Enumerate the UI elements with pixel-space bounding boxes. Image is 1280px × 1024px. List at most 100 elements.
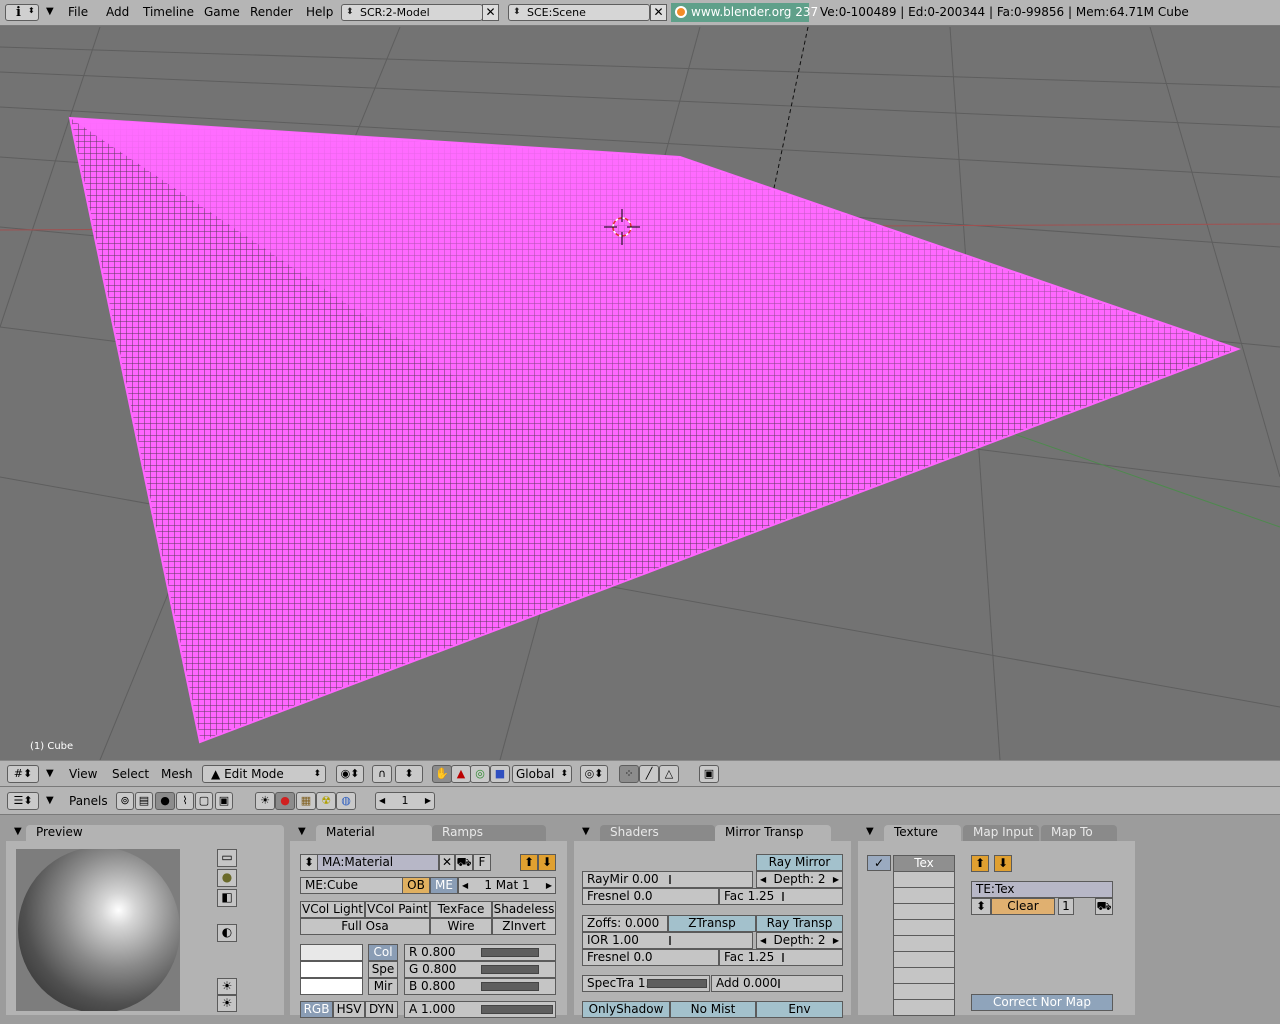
collapse-menu-icon[interactable]: ▼ xyxy=(46,768,54,779)
car-icon[interactable]: ⛟ xyxy=(455,854,473,871)
depth2-field[interactable]: ◀ Depth: 2 ▶ xyxy=(756,932,843,949)
vcol-paint-toggle[interactable]: VCol Paint xyxy=(365,901,430,918)
object-context-icon[interactable]: ⌇ xyxy=(176,792,194,810)
tab-map-to[interactable]: Map To xyxy=(1041,825,1117,841)
delete-scene-button[interactable]: ✕ xyxy=(650,4,667,21)
panel-collapse-icon[interactable]: ▼ xyxy=(14,826,22,837)
paste-texture-icon[interactable]: ⬇ xyxy=(994,855,1012,872)
3d-viewport[interactable]: (1) Cube xyxy=(0,27,1280,760)
fac2-slider[interactable]: Fac 1.25 xyxy=(719,949,843,966)
add-slider[interactable]: Add 0.000 xyxy=(711,975,843,992)
render-preview-icon[interactable]: ▣ xyxy=(699,765,719,783)
preview-sphere-button[interactable]: ● xyxy=(217,869,237,887)
pivot-selector[interactable]: ⬍ xyxy=(395,765,423,783)
unlink-material-button[interactable]: ✕ xyxy=(439,854,455,871)
logic-context-icon[interactable]: ⊚ xyxy=(116,792,134,810)
buttons-window-type-icon[interactable]: ☰⬍ xyxy=(7,792,39,810)
hsv-mode-button[interactable]: HSV xyxy=(333,1001,365,1018)
depth1-field[interactable]: ◀ Depth: 2 ▶ xyxy=(756,871,843,888)
texture-slot-8[interactable] xyxy=(893,967,955,984)
material-name-field[interactable]: MA:Material xyxy=(317,854,439,871)
rgb-mode-button[interactable]: RGB xyxy=(300,1001,333,1018)
copy-texture-icon[interactable]: ⬆ xyxy=(971,855,989,872)
info-window-type-icon[interactable]: i ⬍ xyxy=(5,4,39,21)
car-icon[interactable]: ⛟ xyxy=(1095,898,1113,915)
tab-texture[interactable]: Texture xyxy=(884,825,961,841)
fresnel2-slider[interactable]: Fresnel 0.0 xyxy=(582,949,719,966)
material-index-field[interactable]: ◀ 1 Mat 1 ▶ xyxy=(458,877,556,894)
shading-selector[interactable]: ◎⬍ xyxy=(580,765,608,783)
env-toggle[interactable]: Env xyxy=(756,1001,843,1018)
clear-texture-button[interactable]: Clear xyxy=(991,898,1055,915)
rotate-manipulator-icon[interactable]: ▲ xyxy=(451,765,471,783)
ior-slider[interactable]: IOR 1.00 xyxy=(582,932,753,949)
texture-slot-7[interactable] xyxy=(893,951,955,968)
shading-context-icon[interactable]: ● xyxy=(155,792,175,810)
preview-monkey-button[interactable]: ◐ xyxy=(217,924,237,942)
magnet-icon[interactable]: ∩ xyxy=(372,765,392,783)
raymir-slider[interactable]: RayMir 0.00 xyxy=(582,871,753,888)
texture-slot-1[interactable]: Tex xyxy=(893,855,955,872)
delete-screen-button[interactable]: ✕ xyxy=(482,4,499,21)
zoffs-field[interactable]: Zoffs: 0.000 xyxy=(582,915,668,932)
texture-slot-enable-checkbox[interactable]: ✓ xyxy=(867,855,891,871)
material-browse-button[interactable]: ⬍ xyxy=(300,854,318,871)
scene-selector[interactable]: ⬍ SCE:Scene xyxy=(508,4,650,21)
link-me-button[interactable]: ME xyxy=(430,877,458,894)
tab-preview[interactable]: Preview xyxy=(26,825,284,841)
radiosity-buttons-icon[interactable]: ☢ xyxy=(316,792,336,810)
alpha-slider[interactable]: A 1.000 xyxy=(404,1001,556,1018)
mesh-name-field[interactable]: ME:Cube xyxy=(300,877,403,894)
texture-slot-10[interactable] xyxy=(893,999,955,1016)
translate-manipulator-icon[interactable]: ■ xyxy=(490,765,510,783)
menu-mesh[interactable]: Mesh xyxy=(161,767,193,781)
texture-slot-3[interactable] xyxy=(893,887,955,904)
green-slider[interactable]: G 0.800 xyxy=(404,961,556,978)
paste-material-icon[interactable]: ⬇ xyxy=(538,854,556,871)
texture-slot-4[interactable] xyxy=(893,903,955,920)
blue-slider[interactable]: B 0.800 xyxy=(404,978,556,995)
panel-collapse-icon[interactable]: ▼ xyxy=(298,826,306,837)
panel-collapse-icon[interactable]: ▼ xyxy=(582,826,590,837)
face-select-mode-icon[interactable]: △ xyxy=(659,765,679,783)
menu-render[interactable]: Render xyxy=(250,5,293,19)
tab-map-input[interactable]: Map Input xyxy=(963,825,1039,841)
viewport-window-type-icon[interactable]: #⬍ xyxy=(7,765,39,783)
scale-manipulator-icon[interactable]: ◎ xyxy=(470,765,490,783)
mode-selector[interactable]: ▲ Edit Mode ⬍ xyxy=(202,765,326,783)
panels-menu[interactable]: Panels xyxy=(69,794,108,808)
panel-collapse-icon[interactable]: ▼ xyxy=(866,826,874,837)
material-buttons-icon[interactable]: ● xyxy=(275,792,295,810)
vcol-light-toggle[interactable]: VCol Light xyxy=(300,901,365,918)
fake-user-button[interactable]: F xyxy=(473,854,491,871)
wire-toggle[interactable]: Wire xyxy=(430,918,492,935)
menu-select[interactable]: Select xyxy=(112,767,149,781)
screen-selector[interactable]: ⬍ SCR:2-Model xyxy=(341,4,483,21)
world-buttons-icon[interactable]: ◍ xyxy=(336,792,356,810)
edge-select-mode-icon[interactable]: ╱ xyxy=(639,765,659,783)
menu-view[interactable]: View xyxy=(69,767,97,781)
specular-swatch[interactable] xyxy=(300,961,363,978)
texture-users-field[interactable]: 1 xyxy=(1058,898,1074,915)
dyn-mode-button[interactable]: DYN xyxy=(365,1001,398,1018)
preview-plane-button[interactable]: ▭ xyxy=(217,849,237,867)
draw-type-selector[interactable]: ◉⬍ xyxy=(336,765,364,783)
script-context-icon[interactable]: ▤ xyxy=(135,792,153,810)
menu-help[interactable]: Help xyxy=(306,5,333,19)
mirror-swatch[interactable] xyxy=(300,978,363,995)
correct-nor-map-toggle[interactable]: Correct Nor Map xyxy=(971,994,1113,1011)
full-osa-toggle[interactable]: Full Osa xyxy=(300,918,430,935)
viewport-canvas[interactable] xyxy=(0,27,1280,760)
preview-light2-button[interactable]: ☀ xyxy=(217,995,237,1012)
grab-hand-icon[interactable]: ✋ xyxy=(432,765,452,783)
texface-toggle[interactable]: TexFace xyxy=(430,901,492,918)
texture-slot-2[interactable] xyxy=(893,871,955,888)
menu-game[interactable]: Game xyxy=(204,5,240,19)
col-button[interactable]: Col xyxy=(368,944,398,961)
collapse-menu-icon[interactable]: ▼ xyxy=(46,795,54,806)
tab-material[interactable]: Material xyxy=(316,825,432,841)
fresnel1-slider[interactable]: Fresnel 0.0 xyxy=(582,888,719,905)
ray-transp-toggle[interactable]: Ray Transp xyxy=(756,915,843,932)
lamp-buttons-icon[interactable]: ☀ xyxy=(255,792,275,810)
collapse-menu-icon[interactable]: ▼ xyxy=(46,6,54,17)
